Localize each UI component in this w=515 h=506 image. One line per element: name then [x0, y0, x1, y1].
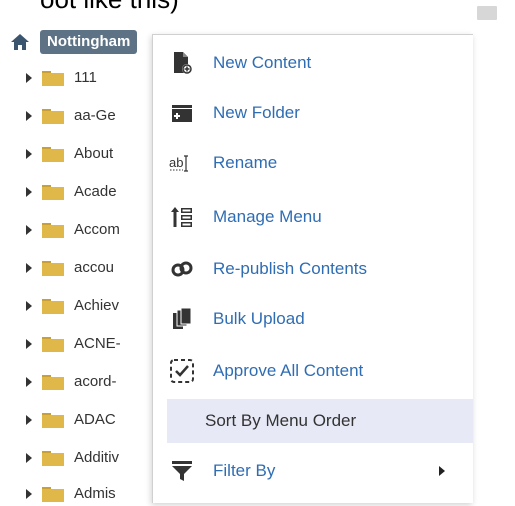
- folder-icon: [42, 413, 64, 428]
- new-folder-icon: [169, 100, 195, 126]
- tree-item-label[interactable]: Acade: [74, 182, 117, 202]
- folder-icon: [42, 261, 64, 276]
- tree-item-label[interactable]: ACNE-: [74, 334, 121, 354]
- approve-icon: [169, 358, 195, 384]
- tree-item[interactable]: accou: [26, 256, 114, 280]
- menu-item-label[interactable]: Re-publish Contents: [213, 258, 367, 280]
- tree-item[interactable]: Achiev: [26, 294, 119, 318]
- tree-item-label[interactable]: 111: [74, 68, 97, 88]
- expand-caret-icon[interactable]: [26, 225, 32, 235]
- menu-item-new-content[interactable]: New Content: [163, 41, 473, 85]
- tree-item[interactable]: Accom: [26, 218, 120, 242]
- tree-item-label[interactable]: acord-: [74, 372, 117, 392]
- tree-item[interactable]: Additiv: [26, 446, 119, 470]
- expand-caret-icon[interactable]: [26, 415, 32, 425]
- bulk-upload-icon: [169, 306, 195, 332]
- new-content-icon: [169, 50, 195, 76]
- tree-root-row[interactable]: Nottingham: [10, 30, 138, 54]
- tree-item-label[interactable]: aa-Ge: [74, 106, 116, 126]
- tree-item[interactable]: 111: [26, 66, 97, 90]
- svg-text:ab: ab: [169, 155, 183, 170]
- menu-item-manage-menu[interactable]: Manage Menu: [163, 195, 473, 239]
- filter-icon: [169, 458, 195, 484]
- menu-item-approve-all[interactable]: Approve All Content: [163, 349, 473, 393]
- manage-menu-icon: [169, 204, 195, 230]
- tree-item[interactable]: aa-Ge: [26, 104, 116, 128]
- expand-caret-icon[interactable]: [26, 377, 32, 387]
- folder-icon: [42, 223, 64, 238]
- tree-item-label[interactable]: Accom: [74, 220, 120, 240]
- folder-icon: [42, 185, 64, 200]
- expand-caret-icon[interactable]: [26, 339, 32, 349]
- tree-item[interactable]: ADAC: [26, 408, 116, 432]
- tree-item-label[interactable]: ADAC: [74, 410, 116, 430]
- expand-caret-icon[interactable]: [26, 489, 32, 499]
- folder-icon: [42, 299, 64, 314]
- tree-item[interactable]: About: [26, 142, 113, 166]
- tree-item[interactable]: ACNE-: [26, 332, 121, 356]
- tree-item-label[interactable]: accou: [74, 258, 114, 278]
- expand-caret-icon[interactable]: [26, 73, 32, 83]
- tree-item[interactable]: Acade: [26, 180, 117, 204]
- expand-caret-icon[interactable]: [26, 111, 32, 121]
- expand-caret-icon[interactable]: [26, 301, 32, 311]
- folder-icon: [42, 451, 64, 466]
- home-icon[interactable]: [10, 32, 30, 52]
- menu-item-label[interactable]: Bulk Upload: [213, 308, 305, 330]
- rename-icon: ab: [169, 150, 195, 176]
- menu-item-rename[interactable]: ab Rename: [163, 141, 473, 185]
- menu-item-label[interactable]: New Folder: [213, 102, 300, 124]
- tree-item[interactable]: acord-: [26, 370, 117, 394]
- menu-item-label[interactable]: Sort By Menu Order: [205, 410, 356, 432]
- expand-caret-icon[interactable]: [26, 149, 32, 159]
- tree-item[interactable]: Admis: [26, 482, 116, 506]
- expand-caret-icon[interactable]: [26, 187, 32, 197]
- tree-item-label[interactable]: Admis: [74, 484, 116, 504]
- menu-item-sort-by-menu-order[interactable]: Sort By Menu Order: [167, 399, 473, 443]
- submenu-arrow-icon: [439, 466, 445, 476]
- expand-caret-icon[interactable]: [26, 453, 32, 463]
- tree-root-label[interactable]: Nottingham: [40, 30, 138, 54]
- folder-icon: [42, 147, 64, 162]
- tree-item-label[interactable]: Additiv: [74, 448, 119, 468]
- menu-item-label[interactable]: New Content: [213, 52, 311, 74]
- menu-item-label[interactable]: Approve All Content: [213, 360, 363, 382]
- menu-item-republish[interactable]: Re-publish Contents: [163, 247, 473, 291]
- menu-item-new-folder[interactable]: New Folder: [163, 91, 473, 135]
- tree-item-label[interactable]: About: [74, 144, 113, 164]
- tree-item-label[interactable]: Achiev: [74, 296, 119, 316]
- republish-icon: [169, 256, 195, 282]
- folder-icon: [42, 71, 64, 86]
- menu-item-label[interactable]: Manage Menu: [213, 206, 322, 228]
- folder-icon: [42, 487, 64, 502]
- folder-icon: [42, 109, 64, 124]
- menu-item-bulk-upload[interactable]: Bulk Upload: [163, 297, 473, 341]
- expand-caret-icon[interactable]: [26, 263, 32, 273]
- context-menu: New Content New Folder ab Rename Manage …: [152, 34, 473, 503]
- menu-item-filter-by[interactable]: Filter By: [163, 449, 473, 493]
- menu-item-label[interactable]: Rename: [213, 152, 277, 174]
- folder-icon: [42, 375, 64, 390]
- folder-icon: [42, 337, 64, 352]
- menu-item-label[interactable]: Filter By: [213, 460, 275, 482]
